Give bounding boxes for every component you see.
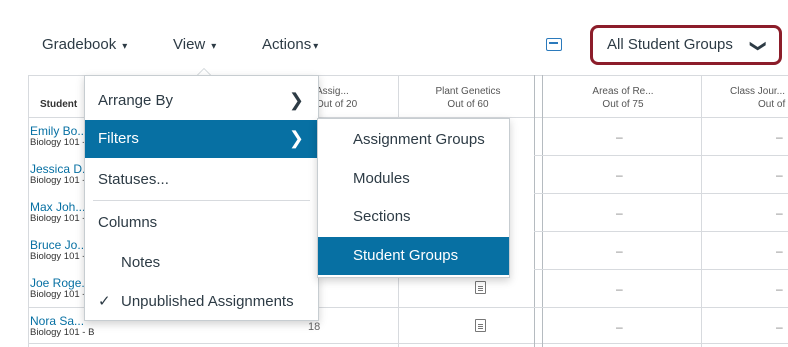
grade-cell[interactable]: –	[616, 320, 623, 334]
submenu-item-label: Modules	[353, 170, 410, 187]
student-column-header[interactable]: Student	[40, 99, 77, 110]
menu-item-label: Filters	[98, 130, 139, 147]
grade-cell[interactable]: –	[776, 244, 783, 258]
keyboard-shortcuts-icon[interactable]	[546, 38, 562, 51]
column-points: Out of	[758, 99, 786, 110]
chevron-right-icon: ❯	[288, 128, 304, 148]
submenu-item-assignment-groups[interactable]: Assignment Groups	[318, 121, 509, 159]
view-menu: Arrange By ❯ Filters ❯ Statuses... Colum…	[84, 75, 319, 321]
actions-menu-button[interactable]: Actions ▾	[262, 36, 318, 53]
areas-column-header[interactable]: Areas of Re... Out of 75	[548, 85, 698, 111]
grade-cell[interactable]: –	[616, 244, 623, 258]
submenu-item-label: Student Groups	[353, 247, 459, 264]
menu-group-columns: Columns	[85, 204, 318, 242]
grade-cell[interactable]: –	[776, 130, 783, 144]
submission-document-icon[interactable]	[475, 281, 486, 294]
student-section: Biology 101 - B	[30, 327, 95, 338]
column-title: Assig...	[316, 86, 349, 97]
grade-cell[interactable]: –	[776, 282, 783, 296]
submenu-item-label: Assignment Groups	[353, 131, 485, 148]
column-title: Plant Genetics	[435, 86, 501, 97]
checkmark-icon: ✓	[98, 293, 111, 310]
menu-item-filters[interactable]: Filters ❯	[85, 120, 318, 158]
grade-cell[interactable]: –	[616, 168, 623, 182]
caret-down-icon: ▾	[313, 41, 319, 52]
plant-genetics-column-header[interactable]: Plant Genetics Out of 60	[404, 85, 532, 111]
row-divider	[534, 231, 788, 232]
class-journal-column-header[interactable]: Class Jour... Out of	[708, 85, 788, 111]
gradebook-label: Gradebook	[42, 36, 117, 53]
menu-item-label: Unpublished Assignments	[121, 293, 294, 310]
menu-item-label: Statuses...	[98, 171, 169, 188]
submenu-item-sections[interactable]: Sections	[318, 198, 509, 236]
row-divider	[534, 155, 788, 156]
menu-item-arrange-by[interactable]: Arrange By ❯	[85, 82, 318, 120]
row-divider	[534, 193, 788, 194]
view-menu-button[interactable]: View ▾	[173, 36, 216, 53]
grade-cell[interactable]: –	[616, 282, 623, 296]
student-groups-select-value: All Student Groups	[607, 36, 733, 53]
row-divider	[534, 307, 788, 308]
submenu-item-modules[interactable]: Modules	[318, 160, 509, 198]
menu-item-notes[interactable]: Notes	[85, 244, 318, 282]
column-title: Areas of Re...	[592, 86, 654, 97]
grid-border	[28, 343, 788, 344]
row-divider	[534, 269, 788, 270]
chevron-right-icon: ❯	[288, 90, 304, 110]
grade-cell[interactable]: –	[616, 130, 623, 144]
menu-item-label: Arrange By	[98, 92, 174, 109]
grade-cell[interactable]: –	[776, 320, 783, 334]
column-points: Out of 60	[447, 99, 489, 110]
grade-cell[interactable]: –	[776, 206, 783, 220]
assignment-column-header[interactable]: Assig... Out of 20	[316, 85, 376, 111]
grade-cell[interactable]: 18	[308, 321, 320, 333]
grade-cell[interactable]: –	[776, 168, 783, 182]
student-groups-select[interactable]: All Student Groups ❯	[590, 25, 782, 65]
submission-document-icon[interactable]	[475, 319, 486, 332]
menu-item-label: Notes	[121, 254, 161, 271]
caret-down-icon: ▾	[122, 41, 128, 52]
submenu-item-student-groups[interactable]: Student Groups	[318, 237, 509, 275]
gradebook-menu-button[interactable]: Gradebook ▾	[42, 36, 127, 53]
menu-separator	[93, 200, 310, 201]
filters-submenu: Assignment Groups Modules Sections Stude…	[317, 118, 510, 278]
actions-label: Actions	[262, 36, 312, 53]
menu-group-label: Columns	[98, 214, 158, 231]
column-title: Class Jour...	[730, 86, 786, 97]
menu-item-unpublished-assignments[interactable]: ✓ Unpublished Assignments	[85, 282, 318, 320]
column-points: Out of 20	[316, 99, 358, 110]
column-points: Out of 75	[602, 99, 644, 110]
caret-down-icon: ▾	[211, 41, 217, 52]
submenu-item-label: Sections	[353, 208, 411, 225]
menu-item-statuses[interactable]: Statuses...	[85, 161, 318, 199]
view-label: View	[173, 36, 206, 53]
chevron-down-icon: ❯	[749, 39, 767, 53]
grade-cell[interactable]: –	[616, 206, 623, 220]
